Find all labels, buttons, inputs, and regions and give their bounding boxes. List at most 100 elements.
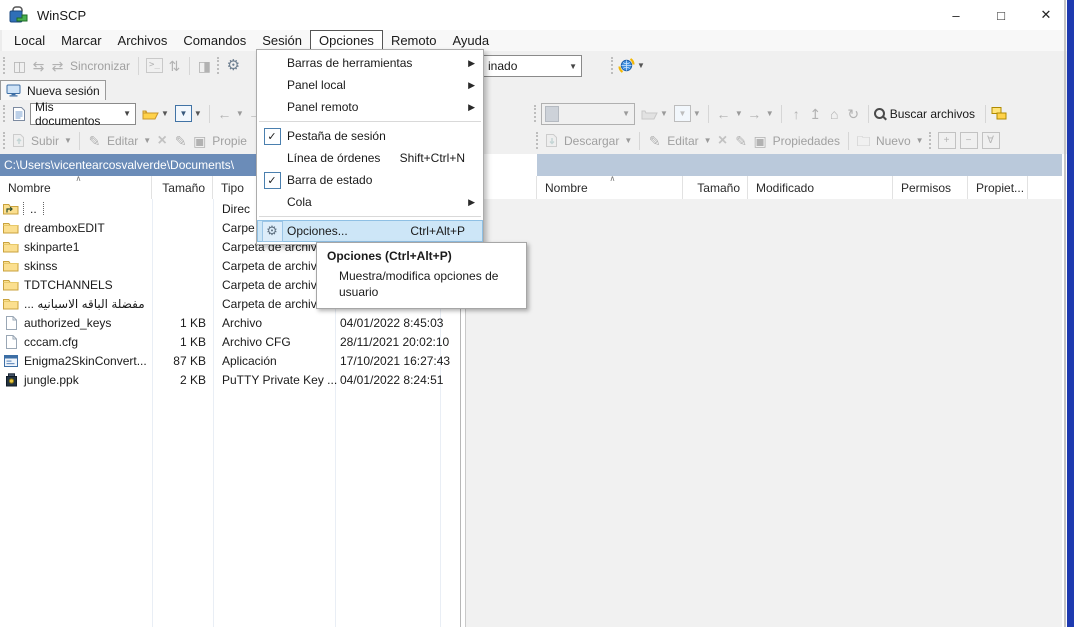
synchronize-button[interactable]: Sincronizar xyxy=(70,59,130,73)
open-session-in-putty-icon[interactable]: ⇅ xyxy=(165,58,184,74)
gear-icon: ⚙ xyxy=(262,221,283,242)
edit-pencil-icon: ✎ xyxy=(85,133,104,149)
file-row-enigma2skinconvert[interactable]: Enigma2SkinConvert...87 KBAplicación17/1… xyxy=(0,351,459,370)
menu-item-panel-remoto[interactable]: Panel remoto▶ xyxy=(257,96,483,118)
swap-panels-icon[interactable]: ◨ xyxy=(195,58,214,74)
chevron-down-icon: ▼ xyxy=(735,109,743,118)
toolbar-grip[interactable] xyxy=(534,105,536,122)
folder-icon xyxy=(3,221,19,235)
tab-new-session[interactable]: Nueva sesión xyxy=(0,80,106,100)
menu-item-label: Barra de estado xyxy=(287,173,475,187)
minimize-button[interactable]: – xyxy=(936,0,976,30)
tooltip-title: Opciones (Ctrl+Alt+P) xyxy=(327,249,518,263)
session-tab-bar: Nueva sesión xyxy=(0,80,1067,101)
toolbar-grip[interactable] xyxy=(3,57,5,74)
toolbar-grip[interactable] xyxy=(3,105,5,122)
column-header-nombre[interactable]: Nombre∧ xyxy=(0,176,152,199)
menu-item-barras-de-herramientas[interactable]: Barras de herramientas▶ xyxy=(257,52,483,74)
back-arrow-icon[interactable]: ← xyxy=(215,106,234,122)
menu-separator xyxy=(259,121,481,122)
transfer-preset-value: inado xyxy=(484,59,521,73)
menubar-item-local[interactable]: Local xyxy=(6,30,53,51)
left-panel-toolbar2: Subir ▼ ✎ Editar ▼ × ✎ ▣ Propie xyxy=(0,127,250,154)
synchronize-icon[interactable]: ⇄ xyxy=(48,58,67,74)
menubar-item-comandos[interactable]: Comandos xyxy=(175,30,254,51)
file-type-cell: Archivo xyxy=(213,316,335,330)
folder-icon xyxy=(3,259,19,273)
chevron-down-icon[interactable]: ▼ xyxy=(637,61,645,70)
column-header-modificado[interactable]: Modificado xyxy=(748,176,893,199)
menu-item-l-nea-de-rdenes[interactable]: Línea de órdenesShift+Ctrl+N xyxy=(257,147,483,169)
menubar-item-sesi-n[interactable]: Sesión xyxy=(254,30,310,51)
menu-item-opciones[interactable]: ⚙Opciones...Ctrl+Alt+P xyxy=(257,220,483,242)
maximize-button[interactable]: □ xyxy=(981,0,1021,30)
toolbar-grip[interactable] xyxy=(217,57,219,74)
forward-arrow-icon: → xyxy=(745,106,764,122)
gear-icon: ⚙ xyxy=(257,221,287,242)
file-name: skinparte1 xyxy=(24,240,79,254)
synchronize-browsing-icon[interactable] xyxy=(991,106,1008,121)
delete-x-icon: × xyxy=(153,132,171,150)
winscp-logo-icon xyxy=(9,6,29,24)
options-dropdown-menu: Barras de herramientas▶Panel local▶Panel… xyxy=(256,49,484,245)
file-row-jungle-ppk[interactable]: jungle.ppk2 KBPuTTY Private Key ...04/01… xyxy=(0,370,459,389)
file-type-cell: Aplicación xyxy=(213,354,335,368)
edit-pencil-icon: ✎ xyxy=(645,133,664,149)
preferences-gear-icon[interactable]: ⚙ xyxy=(224,58,243,74)
menu-item-cola[interactable]: Cola▶ xyxy=(257,191,483,213)
column-header-tama-o[interactable]: Tamaño xyxy=(683,176,748,199)
search-icon[interactable] xyxy=(874,108,885,119)
remote-path-bar xyxy=(537,154,1062,176)
transfer-settings-globe-icon[interactable] xyxy=(618,57,635,74)
menubar-item-marcar[interactable]: Marcar xyxy=(53,30,109,51)
file-name-cell: Enigma2SkinConvert... xyxy=(0,354,152,368)
home-directory-icon: ⌂ xyxy=(825,106,844,122)
menu-item-pesta-a-de-sesi-n[interactable]: ✓Pestaña de sesión xyxy=(257,125,483,147)
chevron-down-icon[interactable]: ▼ xyxy=(194,109,202,118)
menubar-item-ayuda[interactable]: Ayuda xyxy=(444,30,497,51)
column-header-propiet[interactable]: Propiet... xyxy=(968,176,1028,199)
open-console-icon[interactable]: >_ xyxy=(146,58,163,73)
file-name-cell: ... مفضلة الباقه الاسبانيه xyxy=(0,297,152,311)
menu-item-barra-de-estado[interactable]: ✓Barra de estado xyxy=(257,169,483,191)
file-name-cell: jungle.ppk xyxy=(0,373,152,387)
column-header-nombre[interactable]: Nombre∧ xyxy=(537,176,683,199)
chevron-down-icon: ▼ xyxy=(704,136,712,145)
menu-item-label: Panel local xyxy=(287,78,475,92)
column-header-label: Tamaño xyxy=(697,181,740,195)
menu-item-panel-local[interactable]: Panel local▶ xyxy=(257,74,483,96)
chevron-down-icon[interactable]: ▼ xyxy=(236,109,244,118)
toolbar-grip[interactable] xyxy=(611,57,613,74)
column-header-permisos[interactable]: Permisos xyxy=(893,176,968,199)
remote-location-combo: ▼ xyxy=(541,103,635,125)
remote-file-list xyxy=(466,199,1062,627)
toolbar-grip[interactable] xyxy=(3,132,5,149)
local-location-combo[interactable]: Mis documentos ▼ xyxy=(30,103,136,125)
chevron-down-icon[interactable]: ▼ xyxy=(161,109,169,118)
menubar-item-archivos[interactable]: Archivos xyxy=(110,30,176,51)
submenu-arrow-icon: ▶ xyxy=(468,102,475,113)
menubar-item-remoto[interactable]: Remoto xyxy=(383,30,445,51)
commander-layout-icon[interactable]: ◫ xyxy=(10,58,29,74)
column-header-tama-o[interactable]: Tamaño xyxy=(152,176,213,199)
filter-icon[interactable]: ▼ xyxy=(175,105,192,122)
file-name-cell: .. xyxy=(0,202,152,216)
menubar-item-opciones[interactable]: Opciones xyxy=(310,30,383,51)
close-button[interactable]: ✕ xyxy=(1026,0,1066,30)
column-header-label: Modificado xyxy=(756,181,814,195)
synchronize-panels-icon[interactable]: ⇆ xyxy=(29,58,48,74)
menu-separator xyxy=(259,216,481,217)
toolbar-grip[interactable] xyxy=(929,132,931,149)
file-row-cccam-cfg[interactable]: cccam.cfg1 KBArchivo CFG28/11/2021 20:02… xyxy=(0,332,459,351)
find-files-button[interactable]: Buscar archivos xyxy=(890,107,975,121)
open-directory-icon[interactable] xyxy=(142,107,159,121)
menu-item-label: Línea de órdenes xyxy=(287,151,400,165)
file-row-authorized-keys[interactable]: authorized_keys1 KBArchivo04/01/2022 8:4… xyxy=(0,313,459,332)
folder-icon xyxy=(3,240,19,254)
refresh-icon: ↻ xyxy=(844,106,863,122)
file-name: .. xyxy=(24,202,43,216)
file-icon xyxy=(3,316,19,330)
toolbar-grip[interactable] xyxy=(536,132,538,149)
panel-toolbar-row1: Mis documentos ▼ ▼ ▼ ▼ ← ▼ → ▼ ▼ xyxy=(0,100,1067,127)
transfer-preset-combo[interactable]: inado ▼ xyxy=(483,55,582,77)
